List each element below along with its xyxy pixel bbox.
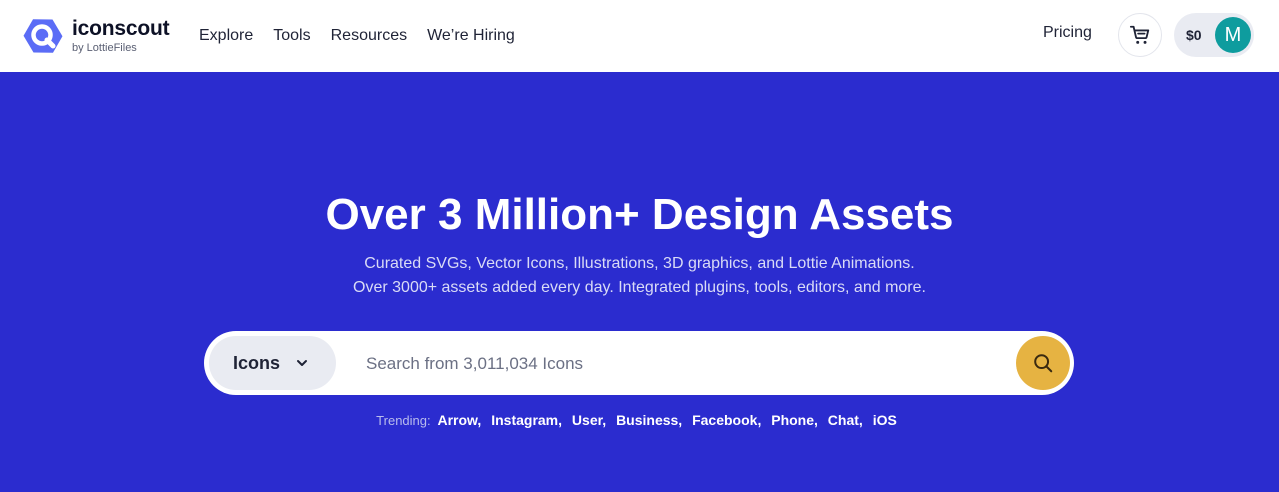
trending-user[interactable]: User, xyxy=(572,412,606,428)
chevron-down-icon xyxy=(297,360,308,366)
trending-label: Trending: xyxy=(376,413,431,428)
iconscout-logo-icon xyxy=(23,19,63,53)
hero-subtitle: Curated SVGs, Vector Icons, Illustration… xyxy=(0,252,1279,300)
nav-tools[interactable]: Tools xyxy=(273,27,310,45)
nav-hiring[interactable]: We’re Hiring xyxy=(427,27,515,45)
trending-instagram[interactable]: Instagram, xyxy=(491,412,562,428)
trending-facebook[interactable]: Facebook, xyxy=(692,412,761,428)
search-bar: Icons xyxy=(204,331,1074,395)
asset-type-dropdown[interactable]: Icons xyxy=(209,336,336,390)
search-input[interactable] xyxy=(364,343,1008,385)
logo-link[interactable]: iconscout by LottieFiles xyxy=(22,15,170,57)
trending-business[interactable]: Business, xyxy=(616,412,682,428)
search-button[interactable] xyxy=(1016,336,1070,390)
asset-type-label: Icons xyxy=(233,352,281,373)
logo-text: iconscout by LottieFiles xyxy=(72,16,170,55)
nav-explore[interactable]: Explore xyxy=(199,27,253,45)
nav-resources[interactable]: Resources xyxy=(331,27,407,45)
wallet-button[interactable]: $0 M xyxy=(1174,13,1254,57)
main-nav: Explore Tools Resources We’re Hiring xyxy=(199,0,535,72)
hero-subtitle-line-1: Curated SVGs, Vector Icons, Illustration… xyxy=(364,255,915,272)
pricing-link[interactable]: Pricing xyxy=(1043,24,1092,42)
search-icon xyxy=(1034,354,1053,373)
trending-arrow[interactable]: Arrow, xyxy=(438,412,482,428)
cart-button[interactable] xyxy=(1118,13,1162,57)
cart-icon xyxy=(1129,25,1150,44)
trending-phone[interactable]: Phone, xyxy=(771,412,818,428)
hero-subtitle-line-2: Over 3000+ assets added every day. Integ… xyxy=(353,279,926,296)
logo-name: iconscout xyxy=(72,16,170,40)
trending-searches: Trending: Arrow, Instagram, User, Busine… xyxy=(0,410,1279,431)
site-header: iconscout by LottieFiles Explore Tools R… xyxy=(0,0,1279,72)
trending-ios[interactable]: iOS xyxy=(873,412,897,428)
logo-subtitle: by LottieFiles xyxy=(72,41,137,54)
avatar[interactable]: M xyxy=(1215,17,1251,53)
wallet-amount: $0 xyxy=(1186,27,1202,43)
trending-chat[interactable]: Chat, xyxy=(828,412,863,428)
hero-title: Over 3 Million+ Design Assets xyxy=(325,190,954,239)
